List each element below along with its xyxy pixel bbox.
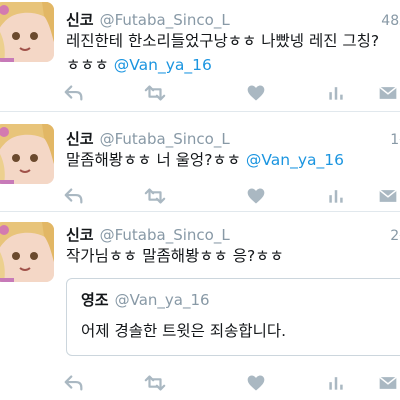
like-icon[interactable] [244,184,268,208]
like-icon[interactable] [244,81,268,105]
timestamp[interactable]: 48초 [381,10,400,30]
tweet-actions [64,184,400,208]
author-handle[interactable]: @Futaba_Sinco_L [100,11,230,29]
tweet-text: 레진한테 한소리들었구낭ㅎㅎ 나빴넹 레진 그칭? ㅎㅎㅎ @Van_ya_16 [66,29,400,77]
avatar-image [0,2,54,62]
tweet-actions [64,81,400,105]
tweet-actions [64,371,400,395]
chart-icon[interactable] [324,371,348,395]
avatar[interactable] [0,222,54,282]
author-name[interactable]: 신코 [66,226,94,244]
tweet-text: 작가님ㅎㅎ 말좀해봥ㅎㅎ 응?ㅎㅎ [66,247,284,265]
timestamp[interactable]: 1분 [390,129,400,149]
mention-link[interactable]: @Van_ya_16 [246,151,344,169]
avatar-image [0,124,54,184]
avatar-image [0,222,54,282]
reply-icon[interactable] [62,371,86,395]
tweet-text-line: 말좀해봥ㅎㅎ 너 울엉?ㅎㅎ @Van_ya_16 [66,148,400,172]
author-handle[interactable]: @Futaba_Sinco_L [100,226,230,244]
chart-icon[interactable] [324,81,348,105]
quoted-author-name: 영조 [81,291,109,309]
quoted-tweet[interactable]: 영조 @Van_ya_16 어제 경솔한 트윗은 죄송합니다. [66,278,400,356]
tweet[interactable]: 신코 @Futaba_Sinco_L 48초 레진한테 한소리들었구낭ㅎㅎ 나빴넹… [0,0,400,112]
tweet-text-part: ㅎㅎㅎ [66,56,114,74]
author-name[interactable]: 신코 [66,11,94,29]
retweet-icon[interactable] [143,81,167,105]
tweet-header: 신코 @Futaba_Sinco_L [66,128,230,149]
quoted-tweet-text: 어제 경솔한 트윗은 죄송합니다. [81,322,287,340]
message-icon[interactable] [376,371,400,395]
tweet-text-part: 말좀해봥ㅎㅎ 너 울엉?ㅎㅎ [66,151,246,169]
quoted-tweet-header: 영조 @Van_ya_16 [81,289,210,310]
tweet-text-line: 레진한테 한소리들었구낭ㅎㅎ 나빴넹 레진 그칭? [66,32,380,50]
author-name[interactable]: 신코 [66,130,94,148]
message-icon[interactable] [376,81,400,105]
tweet-header: 신코 @Futaba_Sinco_L [66,9,230,30]
tweet[interactable]: 신코 @Futaba_Sinco_L 1분 말좀해봥ㅎㅎ 너 울엉?ㅎㅎ @Van… [0,112,400,212]
retweet-icon[interactable] [143,371,167,395]
timestamp[interactable]: 2분 [390,225,400,245]
like-icon[interactable] [244,371,268,395]
mention-link[interactable]: @Van_ya_16 [114,56,212,74]
avatar[interactable] [0,124,54,184]
tweet-header: 신코 @Futaba_Sinco_L [66,224,230,245]
tweet-text-line: ㅎㅎㅎ @Van_ya_16 [66,53,400,77]
author-handle[interactable]: @Futaba_Sinco_L [100,130,230,148]
reply-icon[interactable] [62,184,86,208]
avatar[interactable] [0,2,54,62]
chart-icon[interactable] [324,184,348,208]
tweet[interactable]: 신코 @Futaba_Sinco_L 2분 작가님ㅎㅎ 말좀해봥ㅎㅎ 응?ㅎㅎ 영… [0,212,400,400]
tweet-text: 말좀해봥ㅎㅎ 너 울엉?ㅎㅎ @Van_ya_16 [66,148,400,172]
retweet-icon[interactable] [143,184,167,208]
quoted-author-handle: @Van_ya_16 [114,291,210,309]
message-icon[interactable] [376,184,400,208]
reply-icon[interactable] [62,81,86,105]
